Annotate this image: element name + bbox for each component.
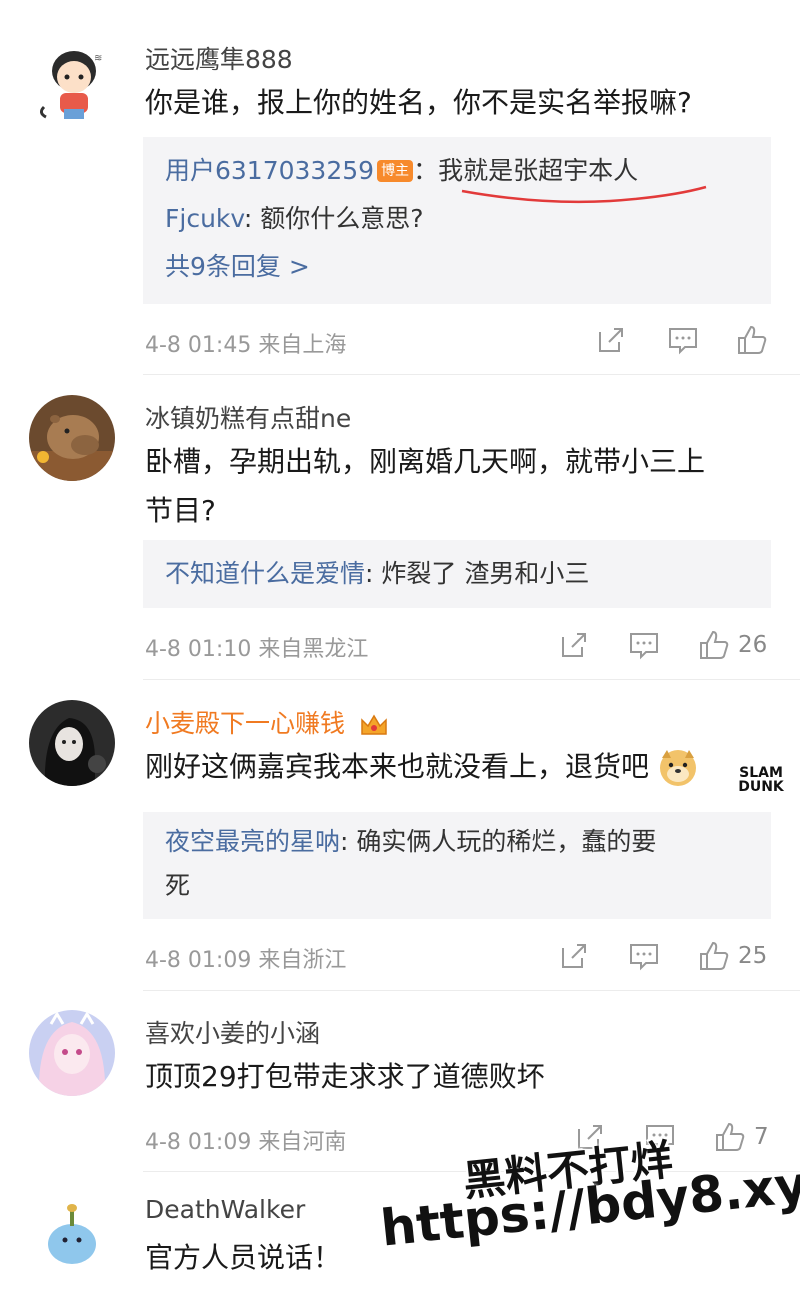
action-bar: 25: [558, 936, 788, 976]
comment-text-line: 卧槽，孕期出轨，刚离婚几天啊，就带小三上: [145, 445, 706, 478]
timestamp-location: 4-8 01:10 来自黑龙江: [145, 637, 369, 662]
comment-icon: [630, 633, 658, 660]
like-button[interactable]: 26: [698, 625, 767, 665]
like-count: 26: [738, 632, 768, 658]
username[interactable]: 远远鹰隼888: [145, 40, 293, 76]
comment-text: 顶顶29打包带走求求了道德败坏: [145, 1060, 545, 1093]
reply-line[interactable]: 用户6317033259 博主 ：我就是张超宇本人: [165, 147, 749, 204]
author-badge: 博主: [377, 160, 414, 182]
svg-text:≋: ≋: [94, 53, 102, 64]
crown-icon: [361, 714, 387, 735]
avatar[interactable]: [29, 395, 115, 481]
like-count: 25: [738, 943, 768, 969]
divider: [143, 679, 800, 680]
cartoon-boy-avatar-icon: ≋: [34, 37, 120, 123]
reply-box[interactable]: 不知道什么是爱情: 炸裂了 渣男和小三: [143, 540, 771, 608]
comment-text: 你是谁，报上你的姓名，你不是实名举报嘛?: [145, 86, 692, 119]
username[interactable]: 喜欢小姜的小涵: [145, 1014, 320, 1050]
reply-box[interactable]: 用户6317033259 博主 ：我就是张超宇本人 Fjcukv: 额你什么意思? …: [143, 137, 771, 304]
doge-icon: [659, 750, 696, 786]
reply-author[interactable]: Fjcukv: [165, 204, 244, 233]
divider: [143, 374, 800, 375]
slam-dunk-sticker: SLAM DUNK: [738, 765, 784, 795]
share-icon: [562, 944, 586, 968]
avatar[interactable]: [29, 1010, 115, 1096]
reply-text-cont: 死: [165, 871, 191, 900]
like-count: 7: [754, 1124, 769, 1150]
dark-hair-girl-avatar-icon: [29, 700, 115, 786]
username[interactable]: 冰镇奶糕有点甜ne: [145, 399, 351, 435]
reply-line[interactable]: 夜空最亮的星呐: 确实俩人玩的稀烂，蠢的要 死: [165, 820, 749, 908]
avatar[interactable]: [29, 700, 115, 786]
like-icon: [700, 941, 729, 970]
reply-text: : 确实俩人玩的稀烂，蠢的要: [340, 827, 657, 856]
like-icon: [738, 325, 767, 354]
comment-button[interactable]: [628, 936, 660, 976]
avatar[interactable]: [29, 1190, 115, 1276]
reply-box[interactable]: 夜空最亮的星呐: 确实俩人玩的稀烂，蠢的要 死: [143, 812, 771, 919]
timestamp-location: 4-8 01:45 来自上海: [145, 333, 347, 358]
username[interactable]: 小麦殿下一心赚钱: [145, 704, 389, 740]
more-replies-link[interactable]: 共9条回复 >: [165, 243, 749, 291]
reply-text: ：我就是张超宇本人: [413, 156, 639, 185]
like-button[interactable]: 7: [714, 1117, 769, 1157]
share-button[interactable]: [558, 625, 590, 665]
blue-creature-avatar-icon: [29, 1190, 115, 1276]
comment-icon: [630, 944, 658, 971]
share-icon: [562, 633, 586, 657]
like-icon: [716, 1122, 745, 1151]
timestamp-location: 4-8 01:09 来自浙江: [145, 948, 347, 973]
avatar[interactable]: ≋: [34, 37, 120, 123]
reply-line[interactable]: 不知道什么是爱情: 炸裂了 渣男和小三: [165, 550, 749, 598]
like-button[interactable]: [736, 320, 768, 360]
red-underline-annotation: [461, 185, 707, 204]
reply-text: : 炸裂了 渣男和小三: [365, 559, 590, 588]
comment-text-content: 刚好这俩嘉宾我本来也就没看上，退货吧: [145, 750, 650, 783]
reply-author[interactable]: 不知道什么是爱情: [165, 559, 365, 588]
share-icon: [599, 328, 623, 352]
timestamp-location: 4-8 01:09 来自河南: [145, 1130, 347, 1155]
comment-text: 卧槽，孕期出轨，刚离婚几天啊，就带小三上 节目?: [145, 437, 775, 535]
reply-author[interactable]: 夜空最亮的星呐: [165, 827, 340, 856]
divider: [143, 990, 800, 991]
capybara-avatar-icon: [29, 395, 115, 481]
comment-icon: [669, 328, 697, 355]
like-icon: [700, 630, 729, 659]
like-button[interactable]: 25: [698, 936, 767, 976]
comment-text: 刚好这俩嘉宾我本来也就没看上，退货吧: [145, 742, 795, 791]
username[interactable]: DeathWalker: [145, 1195, 305, 1224]
pink-anime-girl-avatar-icon: [29, 1010, 115, 1096]
action-bar: 26: [558, 625, 788, 665]
username-text[interactable]: 小麦殿下一心赚钱: [145, 709, 345, 738]
action-bar: [595, 320, 785, 360]
share-button[interactable]: [558, 936, 590, 976]
comment-button[interactable]: [628, 625, 660, 665]
comment-text-line: 节目?: [145, 494, 216, 527]
reply-text: : 额你什么意思?: [243, 204, 424, 233]
reply-author[interactable]: 用户6317033259: [165, 156, 374, 185]
comment-button[interactable]: [667, 320, 699, 360]
share-button[interactable]: [595, 320, 627, 360]
